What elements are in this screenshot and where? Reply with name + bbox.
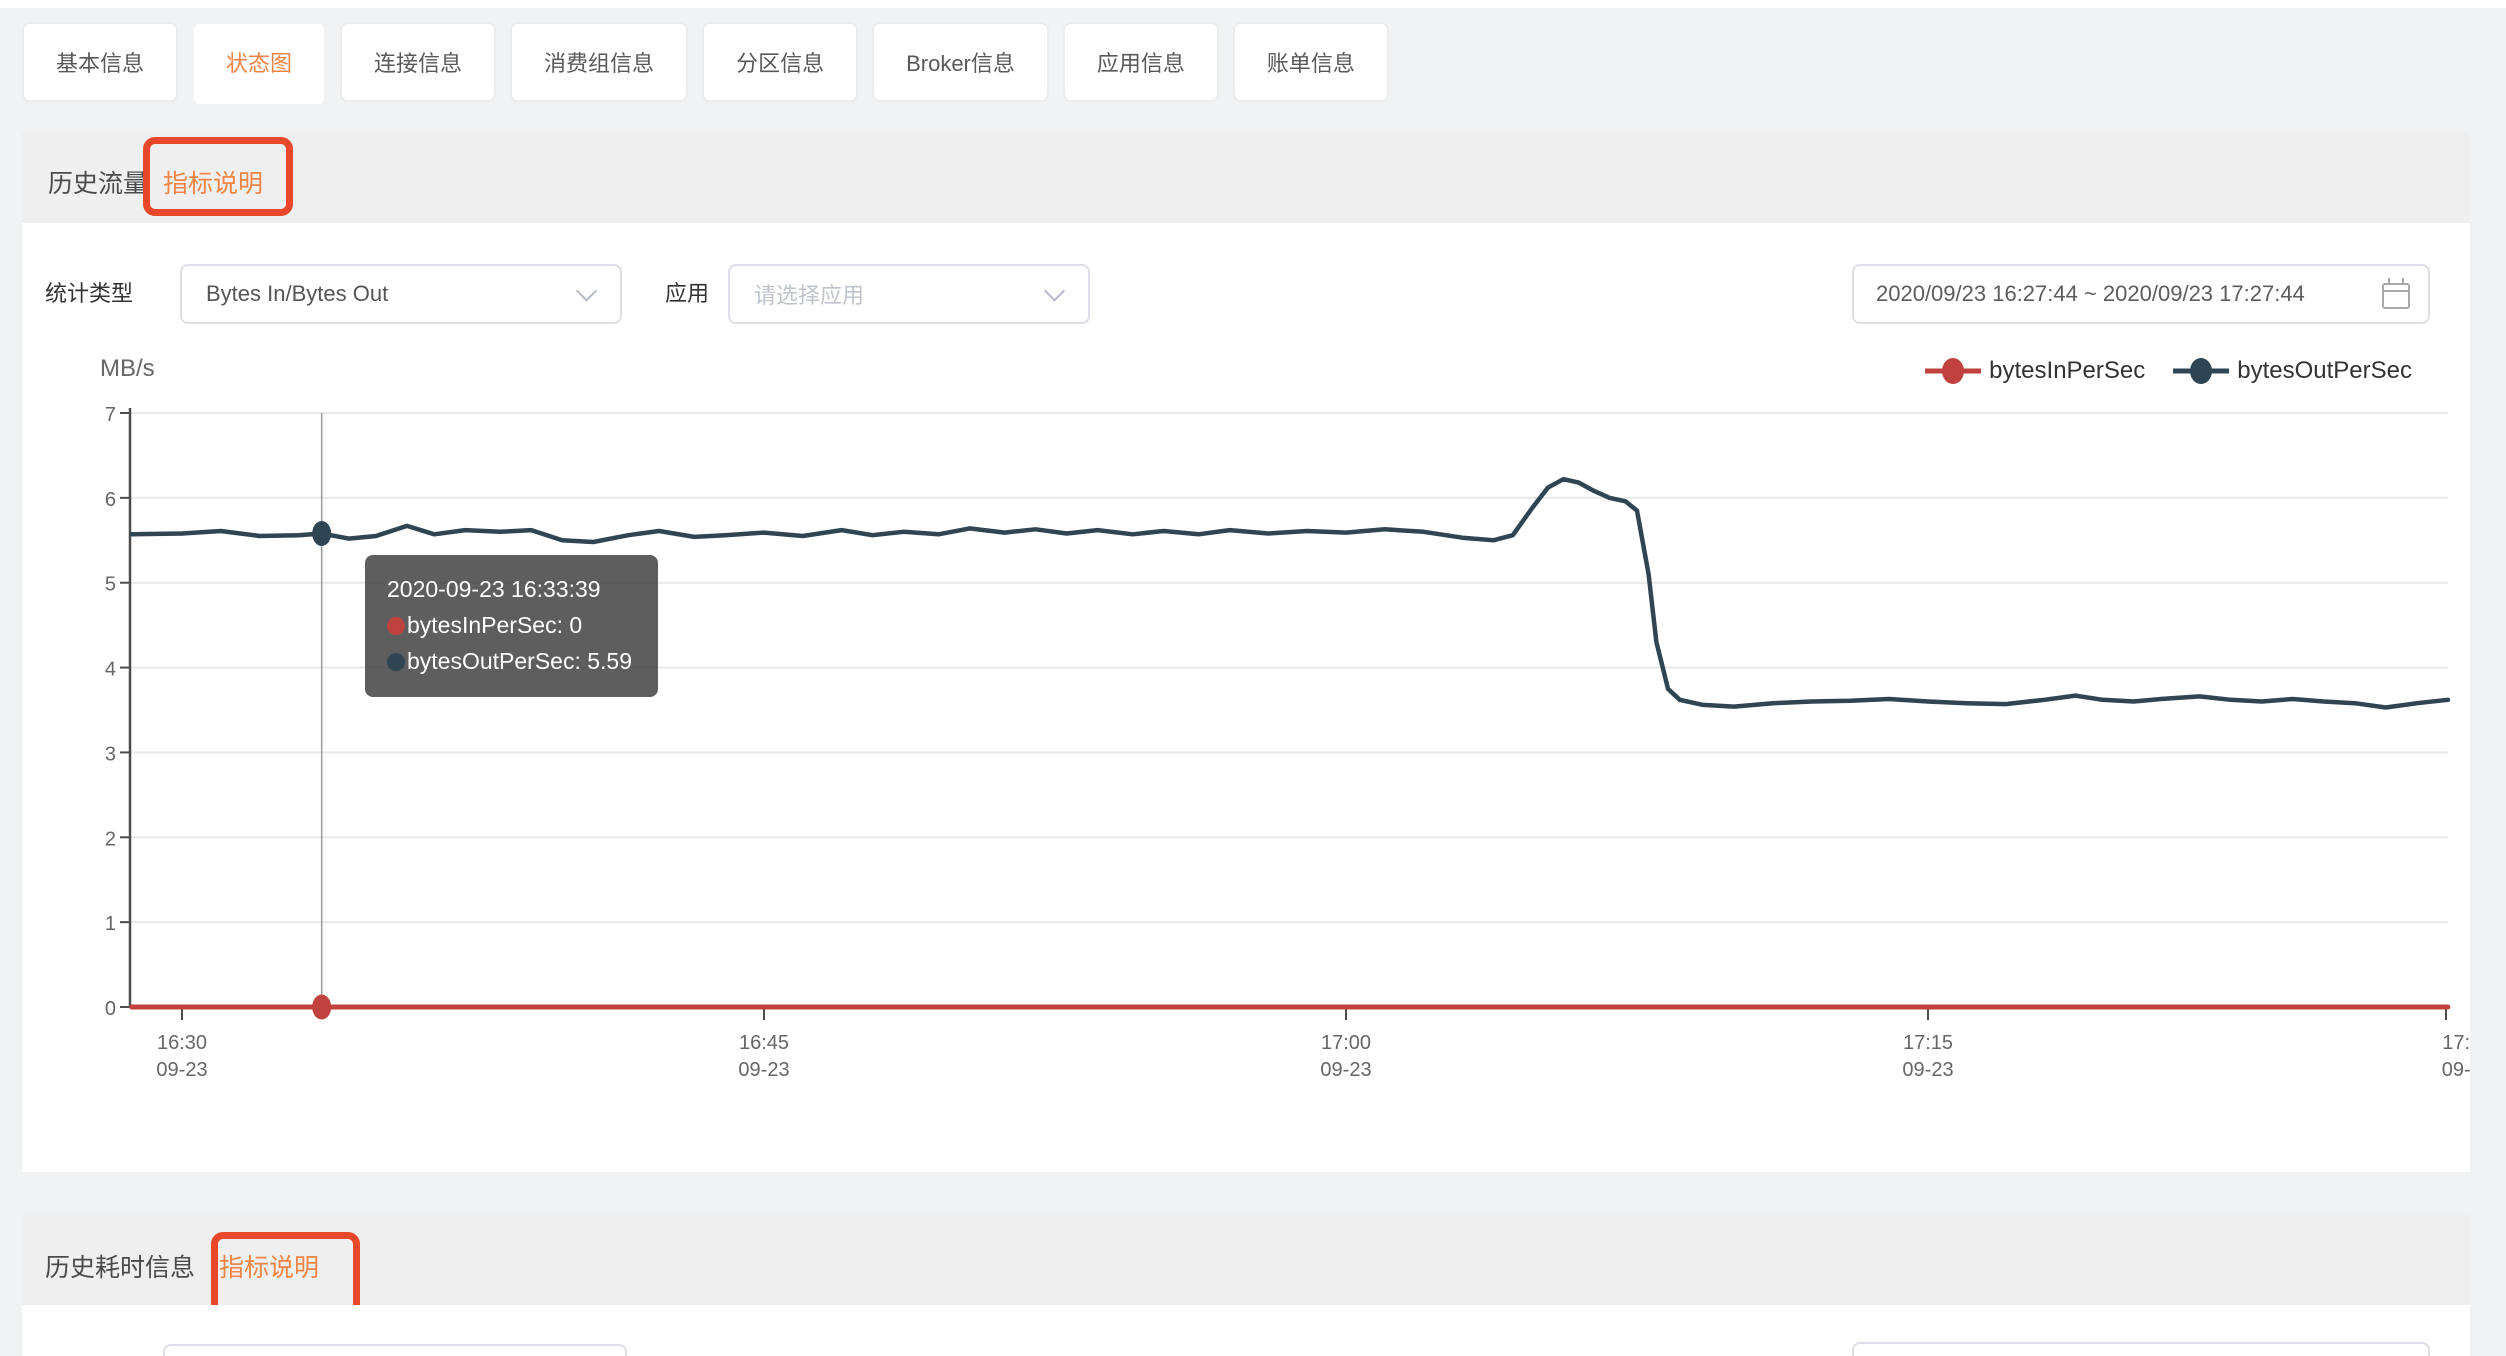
svg-text:16:45: 16:45: [739, 1032, 789, 1054]
svg-text:1: 1: [105, 913, 116, 935]
annotation-box-1: [143, 137, 293, 216]
tooltip-dot-bytes-out: [387, 653, 405, 671]
history-traffic-header-band: [22, 132, 2470, 223]
tab-broker-info[interactable]: Broker信息: [872, 22, 1049, 102]
tooltip-row-bytes-out: bytesOutPerSec: 5.59: [387, 643, 632, 679]
history-latency-header-band: [22, 1213, 2470, 1305]
tooltip-row-bytes-in: bytesInPerSec: 0: [387, 607, 632, 643]
svg-text:09-23: 09-23: [1902, 1059, 1953, 1081]
svg-text:3: 3: [105, 743, 116, 765]
tooltip-text-bytes-in: bytesInPerSec: 0: [407, 612, 583, 638]
tab-app-info[interactable]: 应用信息: [1062, 22, 1219, 102]
svg-text:0: 0: [105, 998, 116, 1020]
chart-tooltip: 2020-09-23 16:33:39 bytesInPerSec: 0 byt…: [365, 555, 659, 697]
page: 基本信息 状态图 连接信息 消费组信息 分区信息 Broker信息 应用信息 账…: [0, 0, 2506, 1356]
tab-bar: 基本信息 状态图 连接信息 消费组信息 分区信息 Broker信息 应用信息 账…: [22, 22, 1389, 106]
top-strip: [0, 0, 2506, 8]
svg-text:16:30: 16:30: [157, 1032, 207, 1054]
svg-text:17:27: 17:27: [2442, 1032, 2470, 1054]
svg-text:2: 2: [105, 828, 116, 850]
tab-partition-info[interactable]: 分区信息: [702, 22, 859, 102]
svg-text:5: 5: [105, 574, 116, 596]
traffic-line-chart[interactable]: 0 1 2 3 4 5 6 7 16:30 09-23 16:45 09-23 17:00 09-23 17…: [22, 223, 2470, 1172]
history-traffic-title: 历史流量: [48, 170, 149, 198]
tooltip-dot-bytes-in: [387, 617, 405, 635]
tab-consumer-group-info[interactable]: 消费组信息: [510, 22, 689, 102]
tab-status-chart[interactable]: 状态图: [192, 22, 327, 106]
svg-text:17:00: 17:00: [1321, 1032, 1371, 1054]
tab-basic-info[interactable]: 基本信息: [22, 22, 179, 102]
latency-stat-type-select-partial[interactable]: [163, 1344, 627, 1356]
history-latency-title: 历史耗时信息: [45, 1254, 196, 1282]
tab-connection-info[interactable]: 连接信息: [340, 22, 497, 102]
svg-text:17:15: 17:15: [1903, 1032, 1953, 1054]
svg-text:09-23: 09-23: [738, 1059, 789, 1081]
svg-text:4: 4: [105, 659, 116, 681]
tab-billing-info[interactable]: 账单信息: [1232, 22, 1389, 102]
tooltip-text-bytes-out: bytesOutPerSec: 5.59: [407, 648, 633, 674]
svg-text:09-23: 09-23: [2442, 1059, 2470, 1081]
svg-text:09-23: 09-23: [156, 1059, 207, 1081]
latency-date-range-picker-partial[interactable]: [1852, 1342, 2430, 1356]
svg-text:7: 7: [105, 404, 116, 426]
svg-text:6: 6: [105, 489, 116, 511]
svg-text:09-23: 09-23: [1320, 1059, 1371, 1081]
tooltip-datetime: 2020-09-23 16:33:39: [387, 576, 601, 602]
